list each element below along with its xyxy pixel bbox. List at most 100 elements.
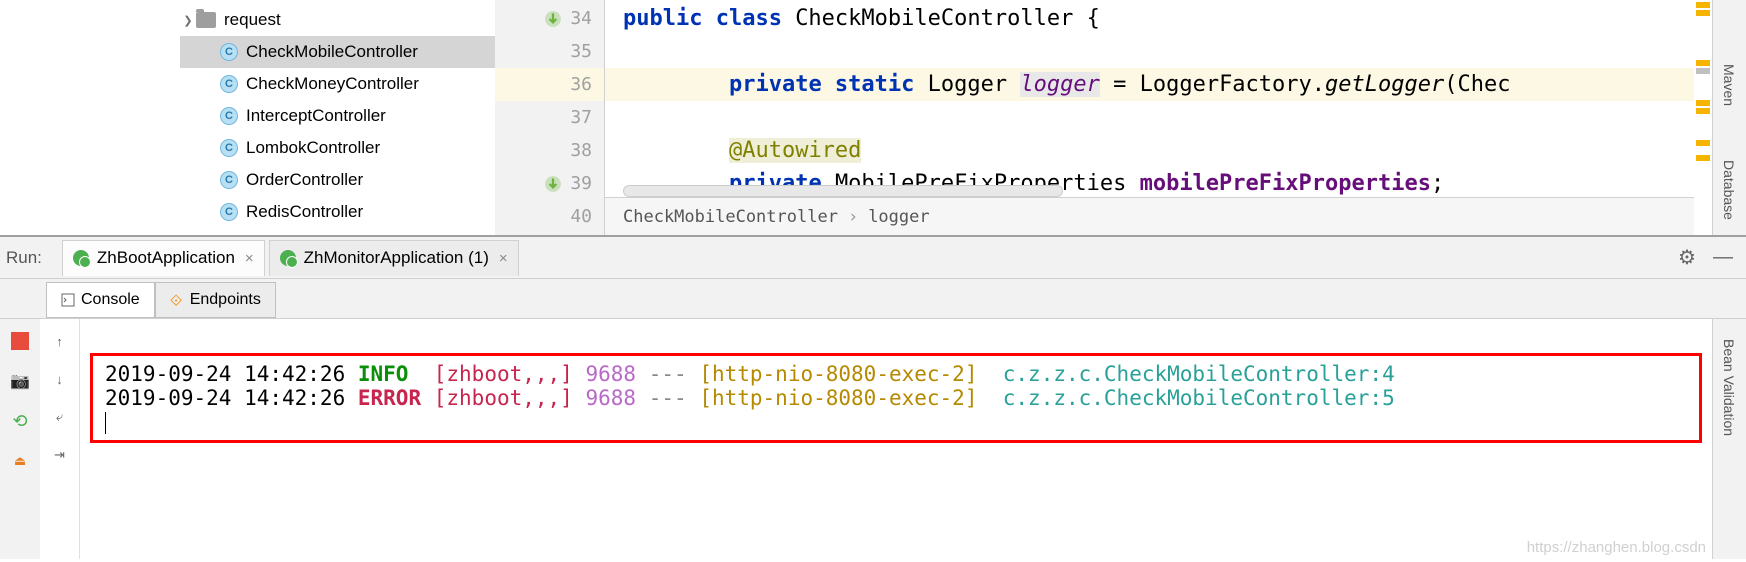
marker-strip[interactable] xyxy=(1694,0,1712,235)
class-icon: C xyxy=(220,171,238,189)
gutter-line[interactable]: 39 xyxy=(495,167,604,200)
tree-file-item[interactable]: C CheckMoneyController xyxy=(180,68,495,100)
line-number: 35 xyxy=(570,41,592,62)
warning-marker[interactable] xyxy=(1696,2,1710,8)
info-marker[interactable] xyxy=(1696,68,1710,74)
run-tab[interactable]: ZhMonitorApplication (1) × xyxy=(269,240,519,276)
line-number: 36 xyxy=(570,74,592,95)
run-panel: Run: ZhBootApplication × ZhMonitorApplic… xyxy=(0,235,1746,559)
tree-file-item[interactable]: C RedisController xyxy=(180,196,495,228)
console-tabs: Console ⟐ Endpoints xyxy=(0,279,1746,319)
rerun-button[interactable]: ⟲ xyxy=(8,409,32,433)
gutter-line[interactable]: 38 xyxy=(495,134,604,167)
tree-file-item[interactable]: C CheckMobileController xyxy=(180,36,495,68)
tree-file-label: OrderController xyxy=(246,170,363,190)
close-icon[interactable]: × xyxy=(499,250,508,267)
class-icon: C xyxy=(220,203,238,221)
endpoints-icon: ⟐ xyxy=(170,293,184,307)
warning-marker[interactable] xyxy=(1696,155,1710,161)
class-icon: C xyxy=(220,75,238,93)
tree-file-label: RedisController xyxy=(246,202,363,222)
folder-icon xyxy=(196,12,216,28)
tree-file-label: LombokController xyxy=(246,138,380,158)
editor-gutter: 34 35 36 37 38 39 40 xyxy=(495,0,605,235)
line-number: 40 xyxy=(570,206,592,227)
run-tab-label: ZhBootApplication xyxy=(97,248,235,268)
watermark: https://zhanghen.blog.csdn xyxy=(1527,539,1706,556)
override-icon xyxy=(544,175,562,193)
run-tab-label: ZhMonitorApplication (1) xyxy=(304,248,489,268)
console-body: ⟲ ⏏ ↑ ↓ ⤶ ⇥ 2019-09-24 14:42:26 INFO [zh… xyxy=(0,319,1746,559)
sidebar-tool-database[interactable]: Database xyxy=(1721,160,1737,220)
tree-file-label: InterceptController xyxy=(246,106,386,126)
tree-file-label: CheckMoneyController xyxy=(246,74,419,94)
soft-wrap-icon[interactable]: ⤶ xyxy=(48,405,72,429)
code-line xyxy=(605,101,1694,134)
run-header: Run: ZhBootApplication × ZhMonitorApplic… xyxy=(0,237,1746,279)
scroll-end-icon[interactable]: ⇥ xyxy=(48,443,72,467)
class-icon: C xyxy=(220,107,238,125)
breadcrumb-item[interactable]: CheckMobileController xyxy=(623,207,838,227)
line-number: 39 xyxy=(570,173,592,194)
gutter-line[interactable]: 34 xyxy=(495,2,604,35)
highlighted-log-region: 2019-09-24 14:42:26 INFO [zhboot,,,] 968… xyxy=(90,353,1702,443)
down-arrow-icon[interactable]: ↓ xyxy=(48,367,72,391)
code-line: private static Logger logger = LoggerFac… xyxy=(605,68,1694,101)
gutter-line[interactable]: 36 xyxy=(495,68,604,101)
gutter-line[interactable]: 35 xyxy=(495,35,604,68)
run-toolbar: ⟲ ⏏ xyxy=(0,319,40,559)
stop-button[interactable] xyxy=(8,329,32,353)
warning-marker[interactable] xyxy=(1696,140,1710,146)
tree-folder-request[interactable]: ❯ request xyxy=(180,4,495,36)
run-tab[interactable]: ZhBootApplication × xyxy=(62,240,265,276)
tree-file-label: CheckMobileController xyxy=(246,42,418,62)
gutter-line[interactable]: 37 xyxy=(495,101,604,134)
gear-icon[interactable]: ⚙ xyxy=(1674,245,1700,271)
right-sidebar-lower: Bean Validation xyxy=(1712,319,1746,559)
spring-boot-icon xyxy=(73,250,89,266)
code-line: public class CheckMobileController { xyxy=(605,2,1694,35)
tree-folder-label: request xyxy=(224,10,281,30)
line-number: 38 xyxy=(570,140,592,161)
exit-button[interactable]: ⏏ xyxy=(8,449,32,473)
tab-label: Console xyxy=(81,291,140,309)
warning-marker[interactable] xyxy=(1696,10,1710,16)
close-icon[interactable]: × xyxy=(245,250,254,267)
class-icon: C xyxy=(220,139,238,157)
sidebar-tool-maven[interactable]: Maven xyxy=(1721,64,1737,106)
breadcrumb-separator: › xyxy=(848,207,858,227)
screenshot-button[interactable] xyxy=(8,369,32,393)
class-icon: C xyxy=(220,43,238,61)
right-sidebar: Maven Database xyxy=(1712,0,1746,235)
tree-file-item[interactable]: C LombokController xyxy=(180,132,495,164)
tree-file-item[interactable]: C InterceptController xyxy=(180,100,495,132)
breadcrumb: CheckMobileController › logger xyxy=(605,197,1694,235)
warning-marker[interactable] xyxy=(1696,108,1710,114)
gutter-line[interactable]: 40 xyxy=(495,200,604,233)
override-icon xyxy=(544,10,562,28)
console-output[interactable]: 2019-09-24 14:42:26 INFO [zhboot,,,] 968… xyxy=(80,319,1712,559)
run-label: Run: xyxy=(6,248,42,268)
horizontal-scrollbar[interactable] xyxy=(623,185,1063,197)
line-number: 37 xyxy=(570,107,592,128)
warning-marker[interactable] xyxy=(1696,60,1710,66)
tree-file-item[interactable]: C OrderController xyxy=(180,164,495,196)
up-arrow-icon[interactable]: ↑ xyxy=(48,329,72,353)
spring-boot-icon xyxy=(280,250,296,266)
warning-marker[interactable] xyxy=(1696,100,1710,106)
project-tree: ❯ request C CheckMobileController C Chec… xyxy=(0,0,495,235)
sidebar-tool-bean-validation[interactable]: Bean Validation xyxy=(1721,339,1737,436)
breadcrumb-item[interactable]: logger xyxy=(868,207,929,227)
minimize-icon[interactable]: — xyxy=(1710,245,1736,271)
tab-endpoints[interactable]: ⟐ Endpoints xyxy=(155,282,276,318)
chevron-right-icon: ❯ xyxy=(180,14,196,27)
tab-label: Endpoints xyxy=(190,291,261,309)
code-line xyxy=(605,35,1694,68)
line-number: 34 xyxy=(570,8,592,29)
tab-console[interactable]: Console xyxy=(46,282,155,318)
terminal-icon xyxy=(61,293,75,307)
code-line: @Autowired xyxy=(605,134,1694,167)
code-editor[interactable]: public class CheckMobileController { pri… xyxy=(605,0,1694,235)
console-toolbar: ↑ ↓ ⤶ ⇥ xyxy=(40,319,80,559)
text-cursor xyxy=(105,412,106,434)
